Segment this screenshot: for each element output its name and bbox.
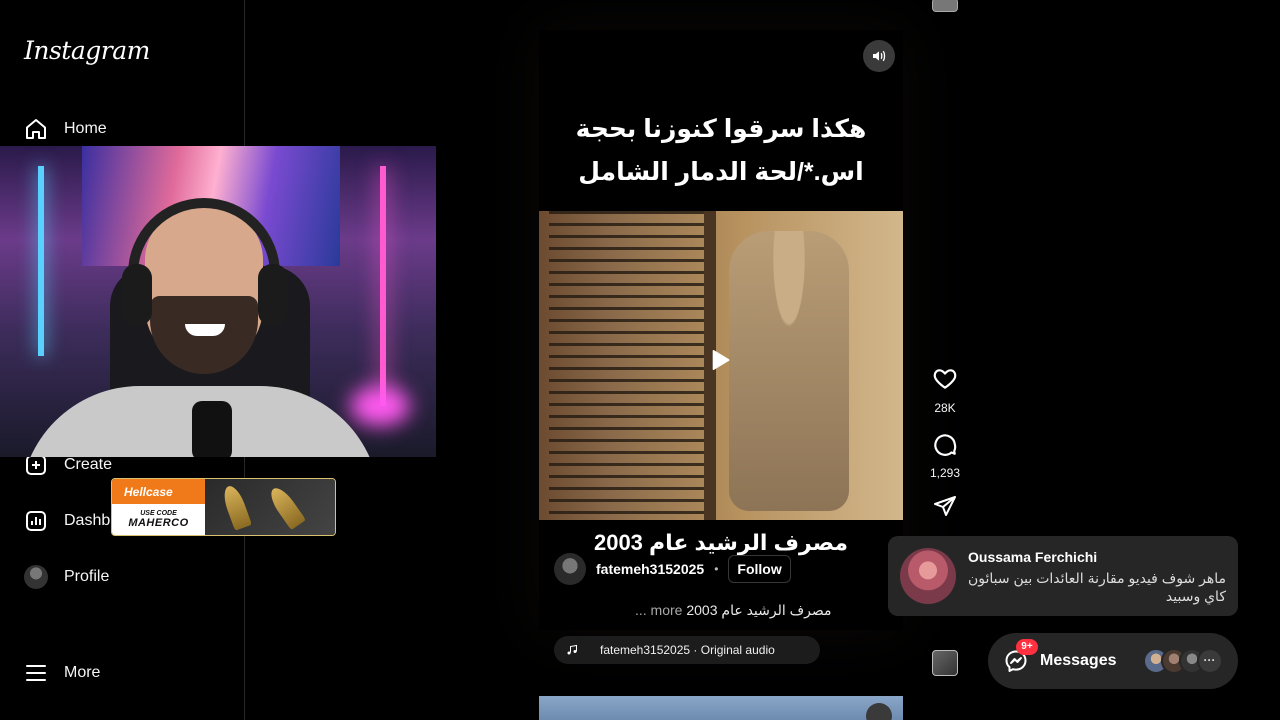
- speaker-icon: [873, 50, 886, 62]
- sidebar-item-profile[interactable]: Profile: [24, 559, 109, 595]
- comment-count: 1,293: [929, 466, 961, 480]
- share-button[interactable]: [930, 494, 960, 523]
- notification-content: Oussama Ferchichi ماهر شوف فيديو مقارنة …: [968, 548, 1226, 604]
- author-username[interactable]: fatemeh3152025: [596, 561, 704, 577]
- like-button[interactable]: 28K: [930, 366, 960, 415]
- play-icon: [712, 349, 730, 371]
- more-link[interactable]: ... more: [635, 602, 682, 618]
- like-count: 28K: [934, 401, 956, 415]
- dashboard-icon: [26, 511, 46, 531]
- sponsor-code: MAHERCO: [128, 517, 189, 529]
- webcam-overlay: [0, 146, 436, 457]
- reel-description: ... more مصرف الرشيد عام 2003: [635, 602, 832, 619]
- sidebar-item-label: More: [64, 664, 101, 681]
- video-soldier: [729, 231, 849, 511]
- glow: [350, 386, 410, 426]
- audio-label: fatemeh3152025 · Original audio: [600, 643, 775, 657]
- next-reel-preview[interactable]: [539, 696, 903, 720]
- knife-icon: [266, 483, 306, 531]
- unread-badge: 9+: [1016, 639, 1038, 655]
- comment-button[interactable]: 1,293: [925, 431, 965, 480]
- sender-name: Oussama Ferchichi: [968, 549, 1098, 565]
- message-notification[interactable]: Oussama Ferchichi ماهر شوف فيديو مقارنة …: [888, 536, 1238, 616]
- led-light-right: [380, 166, 386, 406]
- separator-dot: •: [714, 562, 719, 576]
- recent-chats-avatars: ···: [1142, 648, 1223, 674]
- sidebar-item-label: Profile: [64, 568, 110, 585]
- microphone: [192, 401, 232, 457]
- sponsor-code-label: USE CODE: [140, 510, 177, 517]
- knife-icon: [220, 483, 252, 531]
- music-note-icon: [567, 644, 577, 655]
- play-button[interactable]: [700, 340, 740, 380]
- reel-title: هكذا سرقوا كنوزنا بحجة اس.*/لحة الدمار ا…: [575, 115, 867, 186]
- sidebar-item-label: Dashb: [64, 512, 111, 529]
- sponsor-code-box: USE CODE MAHERCO: [112, 504, 205, 535]
- author-avatar[interactable]: [554, 553, 586, 585]
- avatar: [24, 565, 48, 589]
- more-chats-icon: ···: [1196, 648, 1223, 674]
- led-light-left: [38, 166, 44, 356]
- messages-button[interactable]: 9+ Messages ···: [988, 633, 1238, 689]
- sender-avatar: [900, 548, 956, 604]
- menu-icon: [26, 665, 46, 681]
- messages-label: Messages: [1040, 652, 1117, 669]
- sidebar-item-label: Create: [64, 456, 113, 473]
- sidebar-item-label: Home: [64, 120, 107, 137]
- messenger-icon-wrap: 9+: [1004, 639, 1038, 673]
- sidebar-item-dashboard[interactable]: Dashb: [24, 503, 110, 539]
- sound-toggle-button[interactable]: [863, 40, 895, 72]
- sidebar-item-home[interactable]: Home: [24, 111, 107, 147]
- instagram-reels-page: Instagram Home Create Dashb Profile More…: [0, 0, 1280, 720]
- sponsor-image: [205, 479, 335, 535]
- previous-reel-thumbnail[interactable]: [932, 0, 958, 12]
- send-icon: [934, 496, 956, 516]
- headset-earcup-right: [258, 264, 288, 326]
- follow-button[interactable]: Follow: [728, 555, 791, 583]
- headset-earcup-left: [122, 264, 152, 326]
- sponsor-badge: Hellcase USE CODE MAHERCO: [111, 478, 336, 536]
- sponsor-brand: Hellcase: [112, 479, 205, 504]
- heart-icon: [933, 369, 957, 389]
- instagram-logo[interactable]: Instagram: [24, 36, 150, 65]
- notification-message: ماهر شوف فيديو مقارنة العائدات بين سبائو…: [968, 570, 1226, 604]
- reel-author: fatemeh3152025 • Follow: [554, 553, 791, 585]
- video-gate: [549, 211, 709, 520]
- description-text: مصرف الرشيد عام 2003: [686, 602, 832, 618]
- home-icon: [26, 119, 46, 139]
- audio-pill[interactable]: fatemeh3152025 · Original audio: [554, 636, 820, 664]
- sponsor-info: Hellcase USE CODE MAHERCO: [112, 479, 205, 535]
- audio-reel-thumbnail[interactable]: [932, 650, 958, 676]
- streamer-smile: [185, 324, 225, 336]
- sidebar-item-more[interactable]: More: [24, 655, 100, 691]
- comment-icon: [934, 434, 957, 456]
